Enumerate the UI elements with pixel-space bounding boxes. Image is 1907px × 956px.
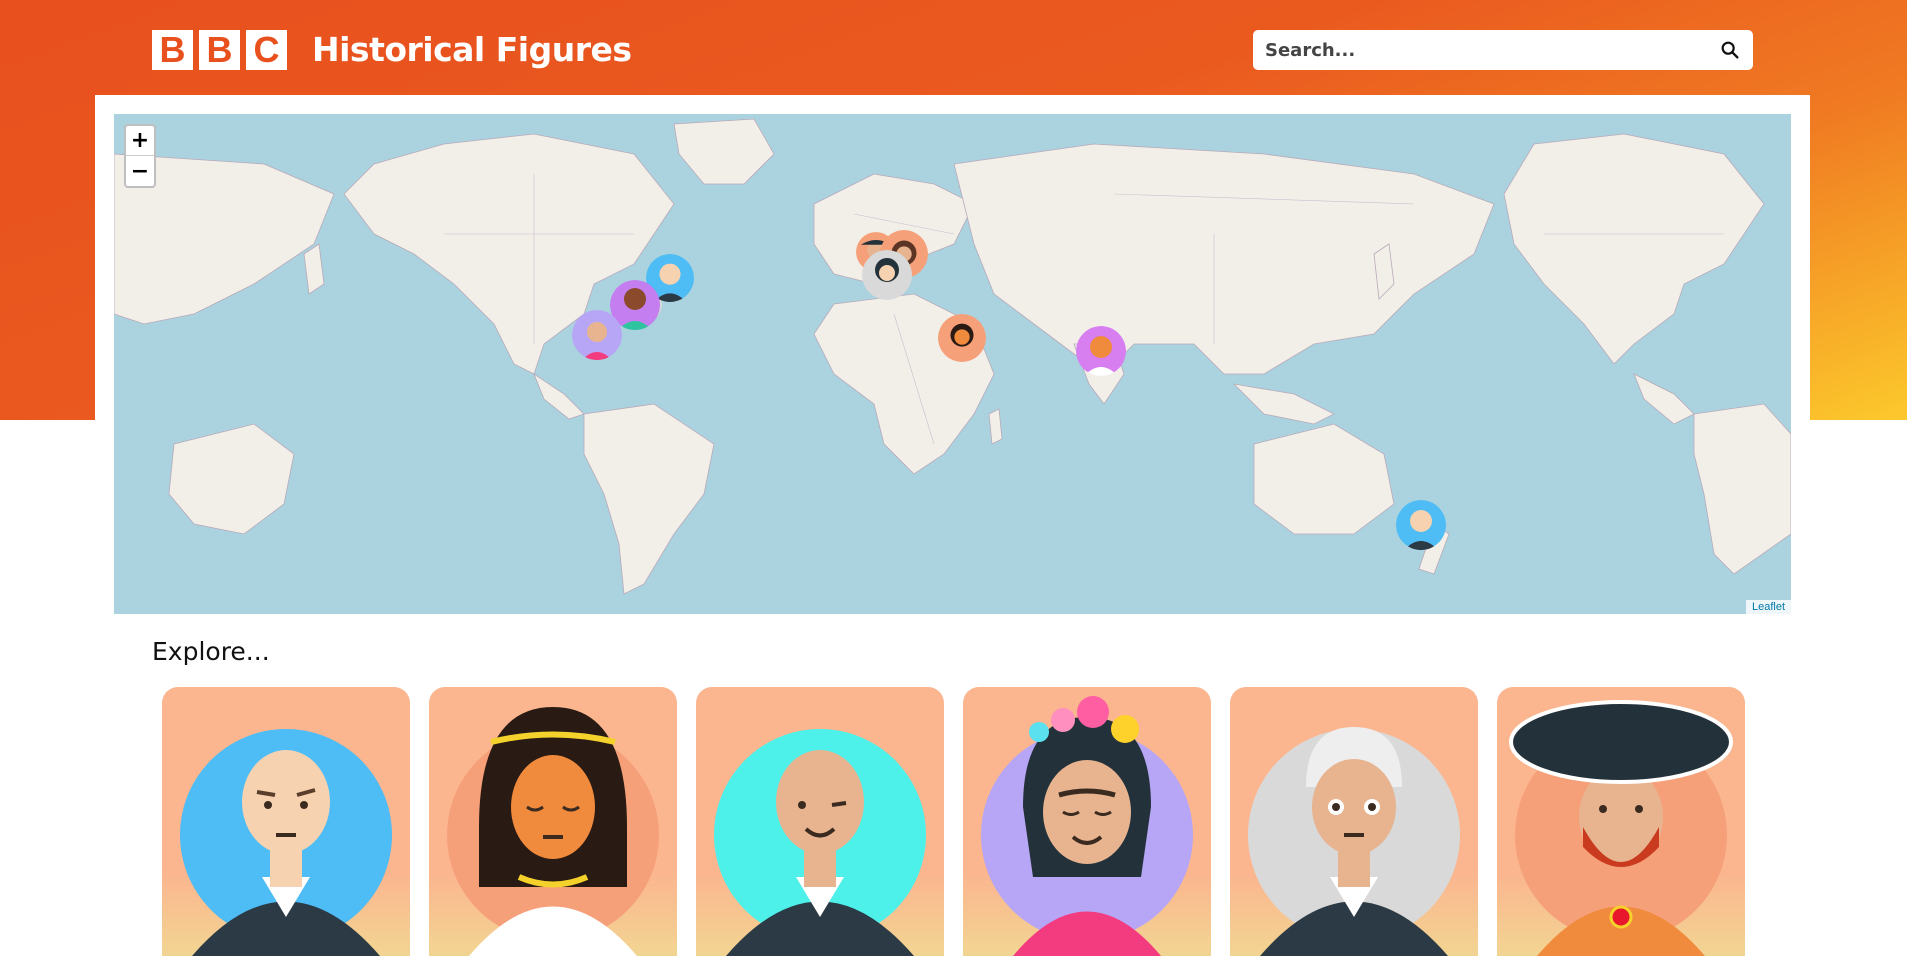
- map-tiles: [114, 118, 1791, 595]
- world-map[interactable]: + − Leaflet: [114, 114, 1791, 614]
- site-header: B B C Historical Figures: [0, 0, 1907, 95]
- figure-portrait: [714, 729, 926, 956]
- map-marker-figure[interactable]: [1396, 500, 1446, 550]
- figure-portrait: [1248, 727, 1460, 956]
- page-title[interactable]: Historical Figures: [312, 30, 632, 69]
- map-marker-figure[interactable]: [572, 310, 622, 360]
- bbc-logo-letter: B: [152, 30, 193, 70]
- figure-card[interactable]: [963, 687, 1211, 956]
- map-marker-figure[interactable]: [1076, 326, 1126, 376]
- map-marker-figure[interactable]: [862, 250, 912, 300]
- search-icon[interactable]: [1719, 39, 1741, 61]
- zoom-in-button[interactable]: +: [126, 126, 154, 156]
- search-input[interactable]: [1253, 30, 1693, 70]
- zoom-control: + −: [124, 124, 156, 188]
- search-box: [1253, 30, 1753, 70]
- figure-card[interactable]: [696, 687, 944, 956]
- figure-card[interactable]: [429, 687, 677, 956]
- figure-portrait: [981, 696, 1193, 956]
- figure-card[interactable]: [162, 687, 410, 956]
- zoom-out-button[interactable]: −: [126, 156, 154, 186]
- figure-portrait: [1509, 700, 1733, 956]
- figure-card[interactable]: [1497, 687, 1745, 956]
- figure-portrait: [180, 729, 392, 956]
- bbc-logo[interactable]: B B C: [152, 30, 287, 70]
- map-marker-figure[interactable]: [938, 314, 986, 362]
- bbc-logo-letter: C: [246, 30, 287, 70]
- map-attribution-link[interactable]: Leaflet: [1745, 600, 1791, 614]
- figure-portrait: [447, 707, 659, 956]
- bbc-logo-letter: B: [199, 30, 240, 70]
- figure-card-row: [162, 687, 1745, 956]
- explore-heading: Explore...: [152, 637, 270, 666]
- figure-card[interactable]: [1230, 687, 1478, 956]
